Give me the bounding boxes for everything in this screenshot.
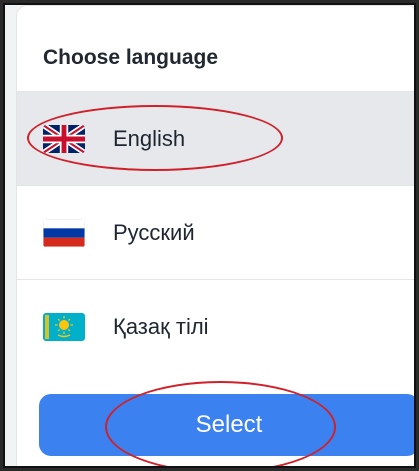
language-option-kazakh[interactable]: Қазақ тілі [17, 280, 414, 373]
background-edge [5, 5, 17, 466]
select-button[interactable]: Select [39, 394, 414, 456]
language-label-english: English [113, 125, 186, 151]
select-button-label: Select [195, 411, 263, 438]
uk-flag-icon [43, 124, 85, 153]
phone-screen: Choose language English Русский Қазақ ті… [3, 3, 416, 468]
language-option-russian[interactable]: Русский [17, 186, 414, 279]
kazakhstan-flag-icon [43, 312, 85, 341]
language-label-kazakh: Қазақ тілі [113, 313, 209, 339]
language-dialog: Choose language English Русский Қазақ ті… [17, 6, 414, 466]
dialog-title: Choose language [43, 46, 219, 69]
language-option-english[interactable]: English [17, 92, 414, 185]
russia-flag-icon [43, 218, 85, 247]
language-label-russian: Русский [113, 219, 195, 245]
